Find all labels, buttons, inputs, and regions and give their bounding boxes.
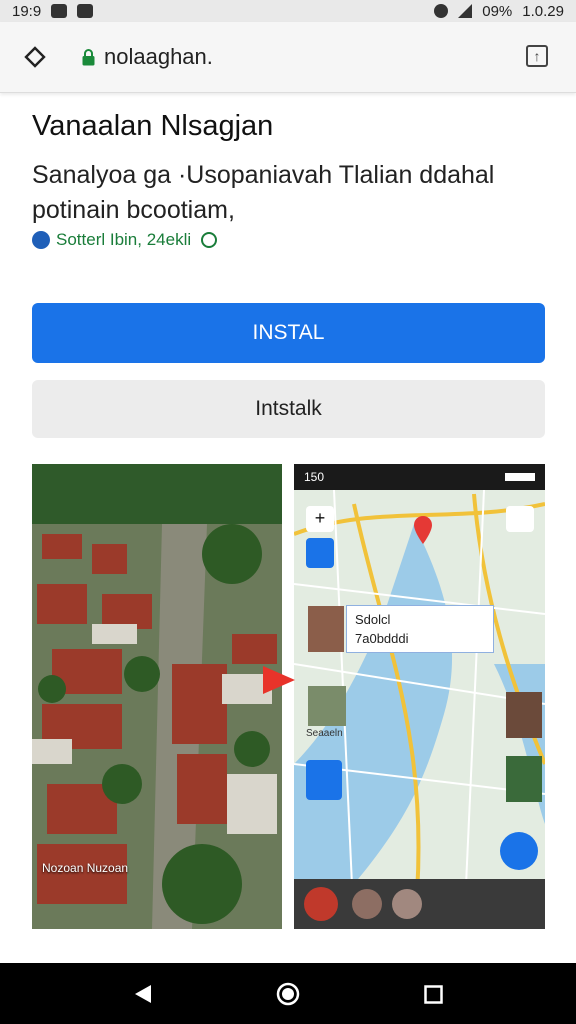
lock-icon (82, 49, 95, 66)
info-card[interactable]: Sdolcl 7a0bdddi (346, 605, 494, 653)
developer-icon (32, 231, 50, 249)
zoom-in-icon[interactable]: + (306, 506, 334, 532)
layers-icon[interactable] (306, 538, 334, 568)
tabs-icon[interactable]: ↑ (526, 45, 548, 67)
side-thumb-2[interactable] (506, 756, 542, 802)
verified-icon (201, 232, 218, 248)
compass-icon[interactable] (506, 506, 534, 532)
navigate-fab-icon[interactable] (500, 832, 538, 870)
card-title: Sdolcl (355, 612, 391, 627)
home-icon[interactable] (24, 46, 46, 68)
route-icon[interactable] (306, 760, 342, 800)
notification-icon (77, 4, 94, 18)
phone-status-time: 150 (304, 470, 325, 484)
system-nav-bar (0, 963, 576, 1024)
map-pin-icon (414, 516, 432, 544)
install-button[interactable]: INSTAL (32, 303, 545, 363)
status-time: 19:9 (12, 2, 42, 20)
alarm-icon (434, 4, 449, 18)
app-description: Sanalyoa ga ·Usopaniavah Tlalian ddahal … (32, 161, 495, 224)
tray-thumb-2[interactable] (392, 889, 422, 919)
back-icon[interactable] (133, 984, 153, 1004)
thumb-caption: Seaaeln (306, 728, 343, 739)
tray-avatar[interactable] (304, 887, 338, 921)
screenshot-map[interactable]: 150 + Sdolcl 7a0bdddi Seaaeln (294, 464, 545, 929)
meta-text: Sotterl Ibin, 24ekli (56, 230, 192, 249)
phone-status-bar: 150 (294, 464, 545, 490)
app-meta: Sotterl Ibin, 24ekli (32, 230, 218, 250)
browser-toolbar: nolaaghan. ↑ (0, 22, 576, 93)
battery-percent: 09% (482, 2, 513, 20)
profile-thumb[interactable] (308, 606, 344, 652)
app-title: Vanaalan Nlsagjan (32, 110, 274, 142)
url-field[interactable]: nolaaghan. (104, 44, 213, 70)
screenshot-aerial[interactable]: Nozoan Nuzoan (32, 464, 282, 929)
status-bar: 19:9 09% 1.0.29 (0, 0, 576, 22)
aerial-image (32, 464, 282, 929)
secondary-install-button[interactable]: Intstalk (32, 380, 545, 438)
recents-icon[interactable] (424, 985, 443, 1004)
signal-icon (458, 4, 473, 18)
card-subtitle: 7a0bdddi (355, 631, 409, 646)
screenshot-caption: Nozoan Nuzoan (42, 861, 129, 875)
photo-thumb[interactable] (308, 686, 346, 726)
status-clock: 1.0.29 (522, 2, 564, 20)
camera-icon (51, 4, 68, 18)
tray-thumb-1[interactable] (352, 889, 382, 919)
side-thumb-1[interactable] (506, 692, 542, 738)
arrow-icon (263, 666, 295, 694)
home-circle-icon[interactable] (276, 982, 300, 1006)
thumbnail-tray (294, 879, 545, 929)
phone-battery-icon (505, 473, 535, 481)
